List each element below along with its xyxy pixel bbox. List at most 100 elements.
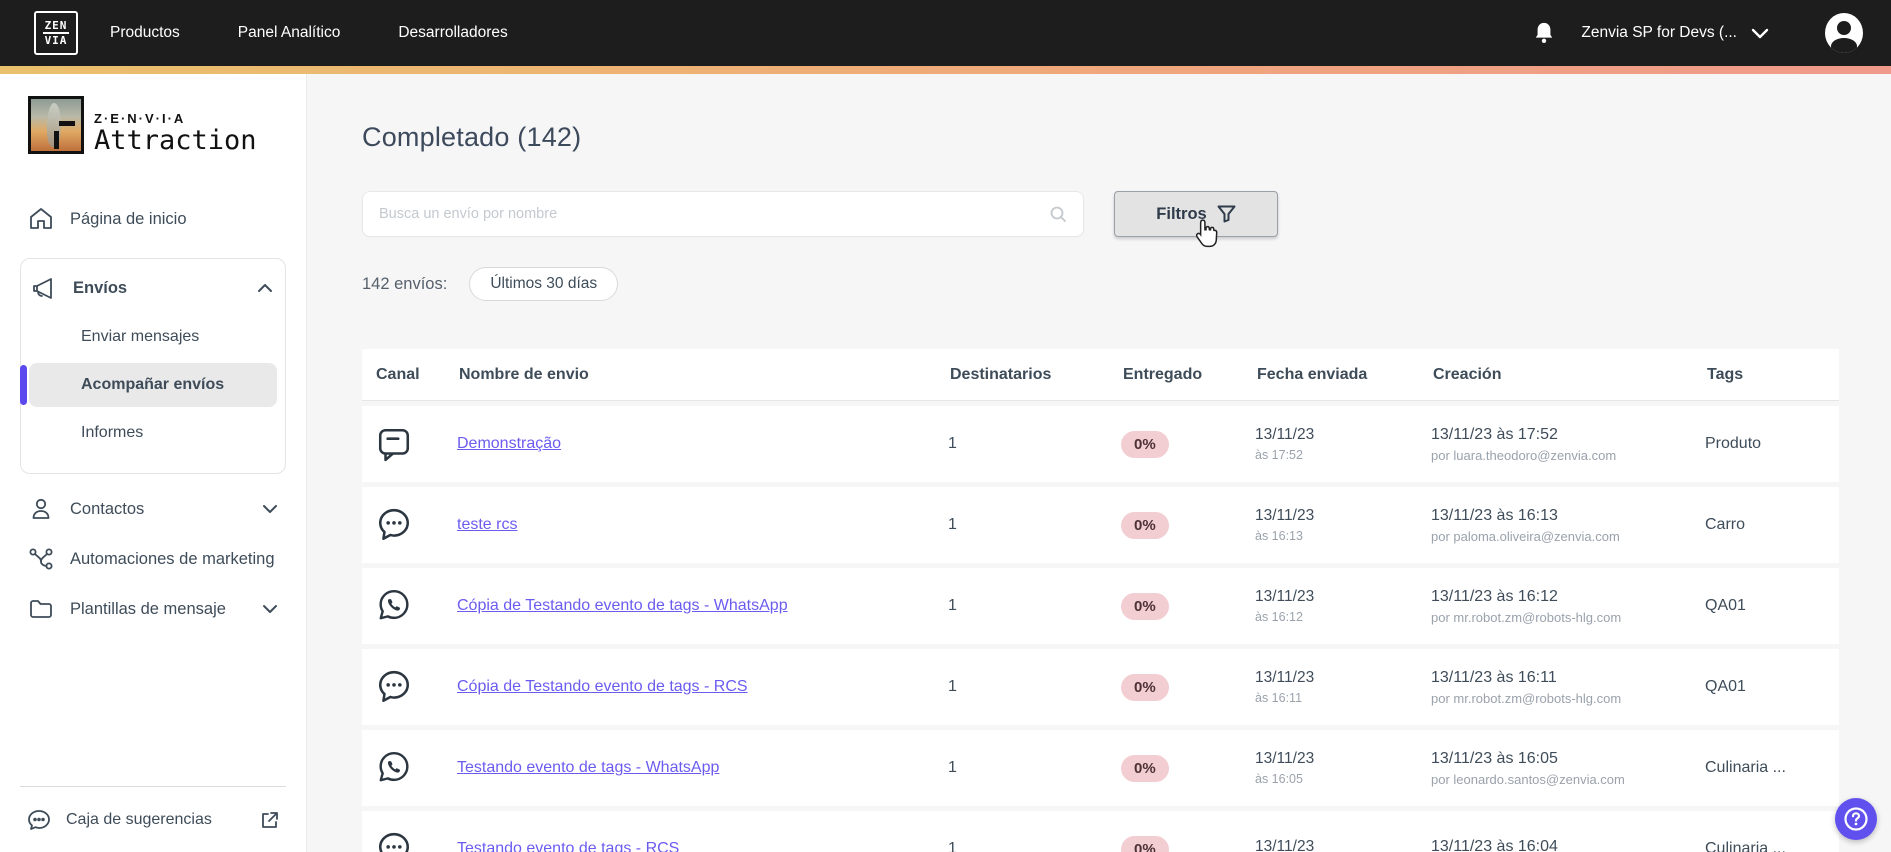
filters-button[interactable]: Filtros bbox=[1114, 191, 1278, 248]
creation-cell: 13/11/23 às 16:05 por leonardo.santos@zen… bbox=[1431, 749, 1625, 787]
col-nombre: Nombre de envio bbox=[459, 365, 589, 383]
sidebar-item-plantillas[interactable]: Plantillas de mensaje bbox=[20, 584, 286, 634]
top-navbar: ZEN VIA Productos Panel Analítico Desarr… bbox=[0, 0, 1891, 66]
zenvia-logo-text-top: ZEN bbox=[44, 19, 68, 32]
filter-funnel-icon bbox=[1217, 205, 1236, 223]
sidebar-item-envios[interactable]: Envíos bbox=[21, 265, 277, 311]
sent-date-cell: 13/11/23 às 16:12 bbox=[1255, 588, 1315, 624]
tag-value: QA01 bbox=[1705, 597, 1746, 614]
chevron-up-icon[interactable] bbox=[257, 283, 273, 293]
recipients-value: 1 bbox=[948, 597, 957, 614]
delivered-badge: 0% bbox=[1121, 511, 1169, 539]
table-row: Cópia de Testando evento de tags - Whats… bbox=[362, 568, 1839, 644]
sidebar-item-automaciones[interactable]: Automaciones de marketing bbox=[20, 534, 286, 584]
sent-date-cell: 13/11/23 às 16:05 bbox=[1255, 750, 1315, 786]
brand-gradient-strip bbox=[0, 66, 1891, 74]
envio-name-link[interactable]: Demonstração bbox=[457, 435, 561, 452]
col-creacion: Creación bbox=[1433, 365, 1502, 383]
col-fecha-enviada: Fecha enviada bbox=[1257, 365, 1368, 383]
home-icon bbox=[30, 208, 52, 229]
envio-name-link[interactable]: teste rcs bbox=[457, 516, 517, 533]
envio-name-link[interactable]: Cópia de Testando evento de tags - RCS bbox=[457, 678, 748, 695]
avatar-head-icon bbox=[1837, 21, 1851, 35]
chevron-down-icon[interactable] bbox=[262, 604, 278, 614]
top-nav-menu: Productos Panel Analítico Desarrolladore… bbox=[110, 24, 508, 42]
rcs-channel-icon bbox=[378, 832, 410, 852]
chevron-down-icon bbox=[1751, 28, 1769, 38]
folder-icon bbox=[30, 600, 52, 618]
rcs-channel-icon bbox=[378, 508, 410, 541]
whatsapp-channel-icon bbox=[379, 751, 409, 782]
table-row: Testando evento de tags - WhatsApp 1 0% … bbox=[362, 730, 1839, 806]
rcs-channel-icon bbox=[378, 670, 410, 703]
envios-count-label: 142 envíos: bbox=[362, 274, 448, 293]
creation-cell: 13/11/23 às 16:13 por paloma.oliveira@zen… bbox=[1431, 506, 1620, 544]
sidebar-item-home[interactable]: Página de inicio bbox=[20, 194, 286, 244]
active-indicator-bar bbox=[20, 365, 27, 405]
recipients-value: 1 bbox=[948, 678, 957, 695]
help-button[interactable] bbox=[1835, 798, 1877, 840]
tag-value: Culinaria ... bbox=[1705, 759, 1786, 776]
recipients-value: 1 bbox=[948, 840, 957, 852]
recipients-value: 1 bbox=[948, 759, 957, 776]
automation-branch-icon bbox=[29, 548, 53, 570]
table-row: Testando evento de tags - RCS 1 0% 13/11… bbox=[362, 811, 1839, 852]
attraction-logo-image bbox=[28, 96, 84, 154]
sent-date-cell: 13/11/23 às 17:52 bbox=[1255, 426, 1315, 462]
sidebar-item-contactos[interactable]: Contactos bbox=[20, 484, 286, 534]
external-link-icon bbox=[262, 811, 278, 828]
creation-cell: 13/11/23 às 16:04 bbox=[1431, 838, 1558, 852]
table-row: Demonstração 1 0% 13/11/23 às 17:52 13/11… bbox=[362, 406, 1839, 482]
creation-cell: 13/11/23 às 17:52 por luara.theodoro@zenv… bbox=[1431, 425, 1617, 463]
recipients-value: 1 bbox=[948, 435, 957, 452]
account-switcher[interactable]: Zenvia SP for Devs (... bbox=[1581, 24, 1769, 42]
notifications-bell-icon[interactable] bbox=[1533, 21, 1555, 45]
sent-date-cell: 13/11/23 às 16:13 bbox=[1255, 507, 1315, 543]
delivered-badge: 0% bbox=[1121, 754, 1169, 782]
creation-cell: 13/11/23 às 16:12 por mr.robot.zm@robots-… bbox=[1431, 587, 1622, 625]
avatar-body-icon bbox=[1831, 38, 1857, 53]
delivered-badge: 0% bbox=[1121, 673, 1169, 701]
main-content: Completado (142) Filtros 142 envío bbox=[307, 74, 1891, 852]
date-range-chip[interactable]: Últimos 30 días bbox=[469, 267, 619, 301]
delivered-badge: 0% bbox=[1121, 835, 1169, 852]
nav-item-productos[interactable]: Productos bbox=[110, 24, 180, 42]
table-header: Canal Nombre de envio Destinatarios Entr… bbox=[362, 349, 1839, 401]
brand-product-label: Attraction bbox=[94, 125, 257, 156]
question-mark-icon bbox=[1844, 807, 1868, 831]
page-title: Completado (142) bbox=[362, 122, 582, 152]
sidebar-subitem-informes[interactable]: Informes bbox=[29, 411, 277, 455]
megaphone-icon bbox=[33, 278, 52, 299]
envio-name-link[interactable]: Testando evento de tags - RCS bbox=[457, 840, 679, 852]
sidebar-subitem-acompanar-envios[interactable]: Acompañar envíos bbox=[20, 363, 277, 407]
tag-value: QA01 bbox=[1705, 678, 1746, 695]
col-canal: Canal bbox=[376, 365, 420, 383]
search-input[interactable] bbox=[379, 206, 1049, 222]
search-box bbox=[362, 191, 1084, 237]
user-avatar[interactable] bbox=[1825, 13, 1863, 53]
delivered-badge: 0% bbox=[1121, 430, 1169, 458]
person-icon bbox=[32, 498, 50, 519]
delivered-badge: 0% bbox=[1121, 592, 1169, 620]
tag-value: Culinaria ... bbox=[1705, 840, 1786, 852]
table-row: teste rcs 1 0% 13/11/23 às 16:13 13/11/23… bbox=[362, 487, 1839, 563]
tag-value: Carro bbox=[1705, 516, 1746, 533]
chat-bubble-dots-icon bbox=[28, 809, 50, 830]
account-name: Zenvia SP for Devs (... bbox=[1581, 24, 1737, 41]
zenvia-logo-icon[interactable]: ZEN VIA bbox=[34, 11, 78, 55]
sidebar-subitem-enviar-mensajes[interactable]: Enviar mensajes bbox=[29, 315, 277, 359]
tag-value: Produto bbox=[1705, 435, 1762, 452]
search-icon[interactable] bbox=[1049, 205, 1067, 223]
sidebar: Z·E·N·V·I·A Attraction Página de inicio … bbox=[0, 74, 307, 852]
envio-name-link[interactable]: Cópia de Testando evento de tags - Whats… bbox=[457, 597, 788, 614]
nav-item-desarrolladores[interactable]: Desarrolladores bbox=[398, 24, 507, 42]
suggestion-box-link[interactable]: Caja de sugerencias bbox=[20, 786, 286, 852]
nav-item-panel-analitico[interactable]: Panel Analítico bbox=[238, 24, 341, 42]
sms-channel-icon bbox=[378, 428, 410, 462]
attraction-brand: Z·E·N·V·I·A Attraction bbox=[28, 96, 286, 154]
brand-company-label: Z·E·N·V·I·A bbox=[94, 111, 186, 126]
col-destinatarios: Destinatarios bbox=[950, 365, 1052, 383]
chevron-down-icon[interactable] bbox=[262, 504, 278, 514]
envio-name-link[interactable]: Testando evento de tags - WhatsApp bbox=[457, 759, 719, 776]
sent-date-cell: 13/11/23 às 16:11 bbox=[1255, 669, 1315, 705]
